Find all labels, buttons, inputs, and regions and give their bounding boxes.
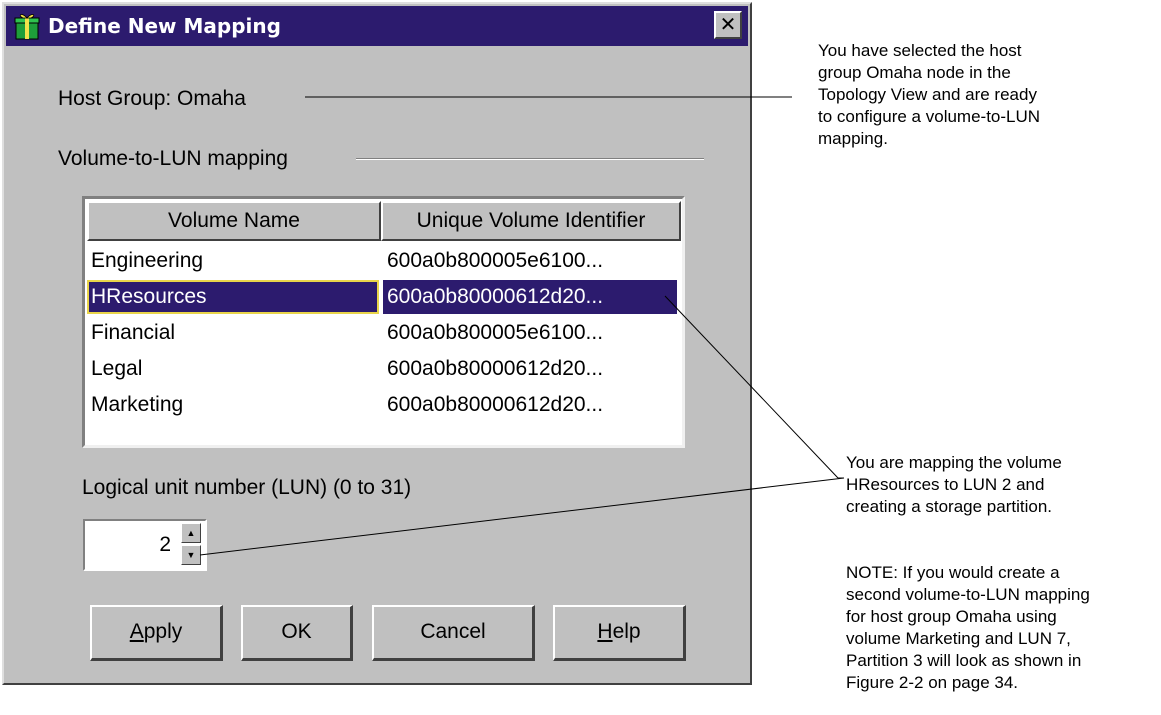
callout-lines	[199, 96, 845, 556]
callout-line-lun	[199, 477, 845, 556]
callout-line-selected-row	[664, 295, 839, 479]
